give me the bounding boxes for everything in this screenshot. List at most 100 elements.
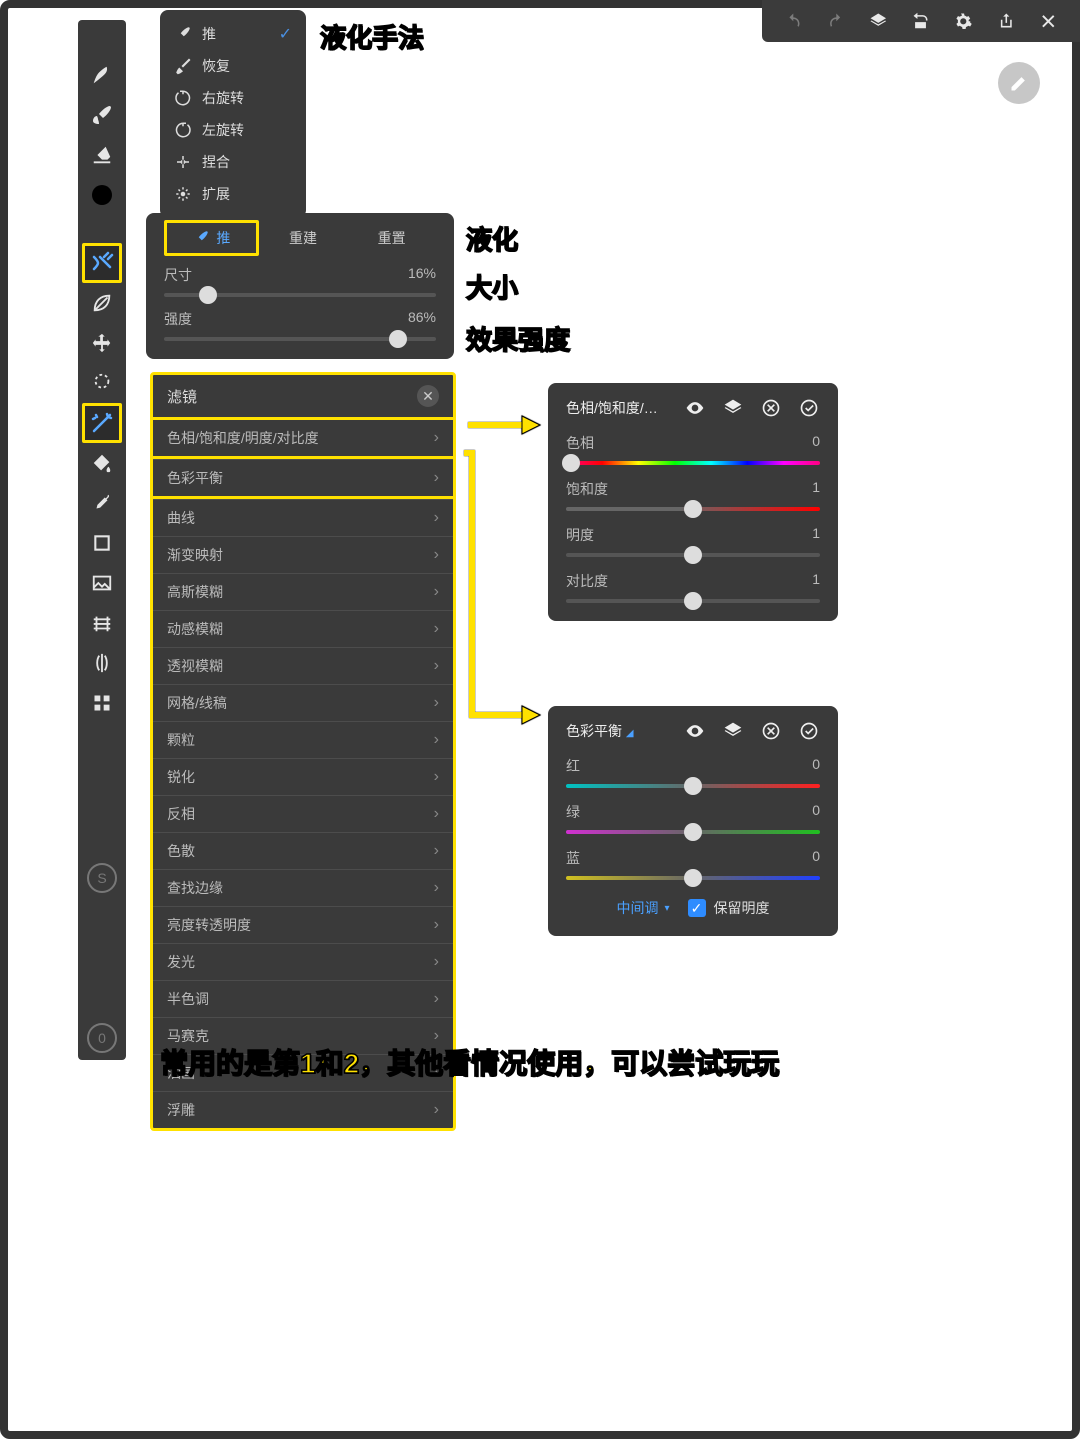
anno-liquify: 液化 — [466, 220, 518, 257]
wand-tool[interactable] — [82, 403, 122, 443]
filter-row-label: 色散 — [167, 841, 195, 861]
filter-row[interactable]: 动感模糊› — [153, 610, 453, 647]
green-slider[interactable] — [566, 830, 820, 834]
midtone-dropdown[interactable]: 中间调 — [616, 898, 669, 918]
liquify-item-twirl-l[interactable]: 左旋转 — [160, 114, 306, 146]
s-button[interactable]: S — [87, 863, 117, 893]
liquify-item-push[interactable]: 推 ✓ — [160, 18, 306, 50]
liquify-tab-reset[interactable]: 重置 — [347, 222, 436, 254]
edit-fab[interactable] — [998, 62, 1040, 104]
filter-row[interactable]: 半色调› — [153, 980, 453, 1017]
filter-row[interactable]: 浮雕› — [153, 1091, 453, 1128]
filter-row[interactable]: 渐变映射› — [153, 536, 453, 573]
zero-button[interactable]: 0 — [87, 1023, 117, 1053]
move-tool[interactable] — [82, 323, 122, 363]
filter-row[interactable]: 亮度转透明度 › — [153, 906, 453, 943]
filter-row[interactable]: 透视模糊› — [153, 647, 453, 684]
filter-row[interactable]: 颗粒› — [153, 721, 453, 758]
liquify-tab-rebuild[interactable]: 重建 — [259, 222, 348, 254]
settings-icon[interactable] — [954, 11, 973, 31]
cb-title: 色彩平衡 ◢ — [566, 721, 668, 741]
cancel-circle-icon[interactable] — [760, 397, 782, 419]
filter-row-label: 亮度转透明度 — [167, 915, 251, 935]
redo-icon[interactable] — [827, 11, 846, 31]
hsl-title: 色相/饱和度/明度/... — [566, 398, 668, 418]
liquify-tool[interactable] — [82, 243, 122, 283]
size-slider[interactable] — [164, 293, 436, 297]
eraser-tool[interactable] — [82, 135, 122, 175]
symmetry-tool[interactable] — [82, 643, 122, 683]
liquify-tab-active[interactable]: 推 — [164, 220, 259, 256]
lig-slider[interactable] — [566, 553, 820, 557]
size-label: 尺寸 — [164, 265, 192, 285]
close-icon[interactable] — [1039, 11, 1058, 31]
chevron-right-icon: › — [434, 916, 439, 934]
shape-tool[interactable] — [82, 523, 122, 563]
filter-row[interactable]: 色相/饱和度/明度/对比度› — [153, 417, 453, 459]
eye-icon[interactable] — [684, 720, 706, 742]
color-dot[interactable] — [82, 175, 122, 215]
pen-tool[interactable] — [82, 55, 122, 95]
filter-title: 滤镜 — [167, 386, 197, 407]
image-tool[interactable] — [82, 563, 122, 603]
tool-sidebar: S 0 — [82, 55, 122, 1053]
chevron-right-icon: › — [434, 469, 439, 487]
blue-slider[interactable] — [566, 876, 820, 880]
filter-row[interactable]: 发光› — [153, 943, 453, 980]
filter-panel: 滤镜 ✕ 色相/饱和度/明度/对比度›色彩平衡›曲线›渐变映射›高斯模糊›动感模… — [150, 372, 456, 1131]
bucket-tool[interactable] — [82, 443, 122, 483]
strength-label: 强度 — [164, 309, 192, 329]
filter-close-icon[interactable]: ✕ — [417, 385, 439, 407]
leaf-tool[interactable] — [82, 283, 122, 323]
filter-row[interactable]: 高斯模糊 › — [153, 573, 453, 610]
anno-liquify-method: 液化手法 — [320, 18, 424, 55]
anno-bottom: 常用的是第1和2，其他看情况使用，可以尝试玩玩 — [160, 1042, 779, 1082]
layers-icon[interactable] — [722, 397, 744, 419]
liquify-item-restore[interactable]: 恢复 — [160, 50, 306, 82]
layers-icon[interactable] — [722, 720, 744, 742]
con-slider[interactable] — [566, 599, 820, 603]
hue-slider[interactable] — [566, 461, 820, 465]
filter-row-label: 动感模糊 — [167, 619, 223, 639]
filter-row[interactable]: 查找边缘› — [153, 869, 453, 906]
eyedropper-tool[interactable] — [82, 483, 122, 523]
lasso-tool[interactable] — [82, 363, 122, 403]
confirm-circle-icon[interactable] — [798, 720, 820, 742]
size-value: 16% — [408, 265, 436, 285]
perspective-tool[interactable] — [82, 603, 122, 643]
red-slider[interactable] — [566, 784, 820, 788]
liquify-item-label: 右旋转 — [202, 88, 244, 108]
filter-row[interactable]: 反相› — [153, 795, 453, 832]
layers-icon[interactable] — [869, 11, 888, 31]
chevron-right-icon: › — [434, 583, 439, 601]
filter-row-label: 高斯模糊 — [167, 582, 223, 602]
filter-row[interactable]: 色彩平衡› — [153, 459, 453, 499]
grid-tool[interactable] — [82, 683, 122, 723]
filter-row[interactable]: 锐化› — [153, 758, 453, 795]
chevron-right-icon: › — [434, 768, 439, 786]
liquify-item-twirl-r[interactable]: 右旋转 — [160, 82, 306, 114]
strength-slider[interactable] — [164, 337, 436, 341]
rotate-icon[interactable] — [912, 11, 931, 31]
preserve-lum-checkbox[interactable]: ✓ 保留明度 — [688, 898, 770, 918]
chevron-right-icon: › — [434, 953, 439, 971]
confirm-circle-icon[interactable] — [798, 397, 820, 419]
arrow-icon — [464, 410, 544, 440]
liquify-item-pinch[interactable]: 捏合 — [160, 146, 306, 178]
sat-slider[interactable] — [566, 507, 820, 511]
undo-icon[interactable] — [784, 11, 803, 31]
chevron-right-icon: › — [434, 731, 439, 749]
eye-icon[interactable] — [684, 397, 706, 419]
filter-row[interactable]: 曲线› — [153, 499, 453, 536]
chevron-right-icon: › — [434, 546, 439, 564]
chevron-right-icon: › — [434, 805, 439, 823]
liquify-item-expand[interactable]: 扩展 — [160, 178, 306, 210]
cancel-circle-icon[interactable] — [760, 720, 782, 742]
filter-row[interactable]: 色散 › — [153, 832, 453, 869]
filter-row[interactable]: 网格/线稿› — [153, 684, 453, 721]
chevron-right-icon: › — [434, 1101, 439, 1119]
chevron-right-icon: › — [434, 842, 439, 860]
brush-tool[interactable] — [82, 95, 122, 135]
filter-row-label: 色相/饱和度/明度/对比度 — [167, 428, 319, 448]
share-icon[interactable] — [997, 11, 1016, 31]
